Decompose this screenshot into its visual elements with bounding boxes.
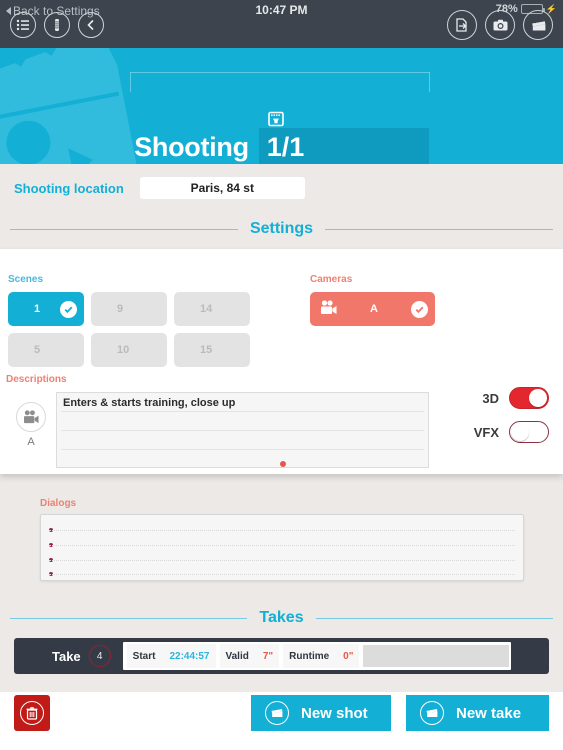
take-number-badge: 4 [88,645,111,667]
cameras-group: Cameras A [310,269,435,326]
description-textarea[interactable]: Enters & starts training, close up [56,392,429,468]
clapper-badge-icon [266,109,286,129]
export-icon[interactable] [447,10,477,40]
take-runtime-label: Runtime [289,650,330,662]
description-text: Enters & starts training, close up [63,397,236,409]
cameras-label: Cameras [310,274,353,285]
dialog-line [49,530,515,531]
scene-button-10[interactable]: 10 [91,333,167,367]
scenes-group: Scenes 1 9 14 5 10 15 [8,269,250,367]
title-row: Shooting 1/1 [0,128,563,164]
scenes-grid: 1 9 14 5 10 15 [8,292,250,367]
divider-line-right [325,228,553,230]
take-valid-field[interactable]: Valid 7" [219,644,280,668]
toggle-3d-knob [529,389,547,407]
toggle-row-3d: 3D [474,387,549,409]
take-valid-label: Valid [225,650,249,662]
take-start-label: Start [132,650,156,662]
take-label: Take [52,648,81,664]
settings-section-header: Settings [0,220,563,238]
descriptions-group: Descriptions A Enters & starts training,… [6,369,429,468]
take-start-value: 22:44:57 [169,650,210,662]
take-fields: Start 22:44:57 Valid 7" Runtime 0" [122,642,511,670]
settings-card: Scenes 1 9 14 5 10 15 Cameras A Descript… [0,249,563,474]
new-take-label: New take [456,704,522,722]
takes-section-header: Takes [0,609,563,627]
trash-icon [20,701,44,725]
dialogs-label: Dialogs [40,498,77,509]
info-icon[interactable] [44,12,70,38]
settings-heading: Settings [249,220,314,237]
table-row[interactable]: Take 4 Start 22:44:57 Valid 7" Runtime 0… [14,638,549,674]
toggle-row-vfx: VFX [474,421,549,443]
bottom-action-bar: New shot New take [0,692,563,750]
nav-left-group [10,12,104,38]
take-start-field[interactable]: Start 22:44:57 [126,644,216,668]
camera-selected-check-icon [411,300,428,318]
dialogs-group: Dialogs [40,498,524,581]
scene-number: 15 [200,344,213,356]
divider-line-left [10,228,238,230]
scene-button-14[interactable]: 14 [174,292,250,326]
effects-toggles: 3D VFX [474,387,549,455]
toggle-label-vfx: VFX [473,424,499,440]
divider-line-right [315,617,553,619]
new-shot-label: New shot [301,704,368,722]
take-runtime-field[interactable]: Runtime 0" [283,644,360,668]
toggle-vfx-knob [511,423,529,441]
page-title: Shooting [134,131,249,162]
dialog-line [49,560,515,561]
shooting-location-input[interactable]: Paris, 84 st [139,177,305,199]
scenes-label: Scenes [8,274,44,285]
movie-camera-icon [16,402,46,432]
title-bracket [130,72,430,92]
app-root: Back to Settings 10:47 PM 78% ⚡ Shooting… [0,0,563,750]
new-take-button[interactable]: New take [406,695,549,731]
take-runtime-value: 0" [343,650,354,662]
scene-number: 14 [200,303,213,315]
nav-right-group [447,10,553,40]
take-valid-value: 7" [262,650,274,662]
page-indicator-dot[interactable] [280,461,286,467]
descriptions-label: Descriptions [6,374,67,385]
description-avatar-letter: A [27,436,35,448]
divider-line-left [10,617,248,619]
take-note-input[interactable] [363,645,509,667]
status-bar: Back to Settings 10:47 PM 78% ⚡ [0,0,563,48]
camera-icon[interactable] [485,10,515,40]
toggle-label-3d: 3D [482,390,499,406]
clapper-icon [420,701,444,725]
scene-button-1[interactable]: 1 [8,292,84,326]
dialogs-textarea[interactable] [40,514,524,581]
scene-button-15[interactable]: 15 [174,333,250,367]
toggle-3d[interactable] [509,387,549,409]
new-shot-button[interactable]: New shot [251,695,391,731]
scene-selected-check-icon [60,300,77,318]
takes-heading: Takes [259,609,304,626]
shooting-location-row: Shooting location Paris, 84 st [0,164,563,212]
scene-number: 1 [34,303,41,315]
camera-letter: A [370,303,378,315]
movie-camera-icon [320,300,338,319]
scene-number: 10 [117,344,130,356]
dialog-line [49,574,515,575]
shot-number-field[interactable]: 1/1 [258,128,429,164]
toggle-vfx[interactable] [509,421,549,443]
scene-number: 5 [34,344,41,356]
list-icon[interactable] [10,12,36,38]
delete-button[interactable] [14,695,50,731]
scene-number: 9 [117,303,124,315]
clapper-icon[interactable] [523,10,553,40]
shooting-location-label: Shooting location [14,180,124,196]
scene-button-9[interactable]: 9 [91,292,167,326]
clapper-icon [265,701,289,725]
scene-button-5[interactable]: 5 [8,333,84,367]
dialog-line [49,545,515,546]
camera-button-a[interactable]: A [310,292,435,326]
description-avatar: A [6,392,56,448]
back-chevron-icon[interactable] [78,12,104,38]
shooting-header: Shooting 1/1 Retake [0,48,563,164]
